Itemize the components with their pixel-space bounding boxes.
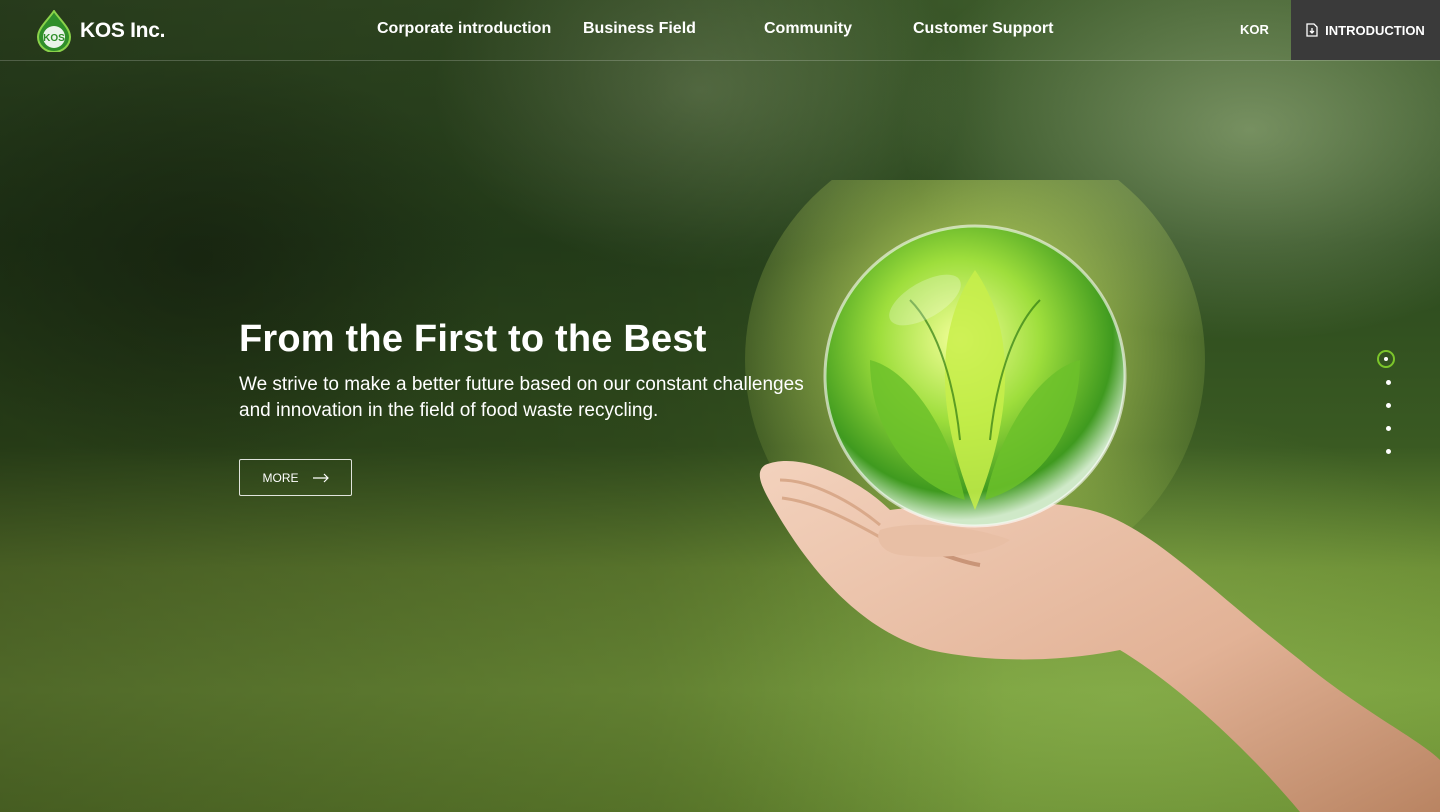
document-download-icon	[1306, 23, 1318, 37]
introduction-button[interactable]: INTRODUCTION	[1291, 0, 1440, 60]
language-switch[interactable]: KOR	[1240, 22, 1269, 37]
hero-title: From the First to the Best	[239, 318, 707, 360]
nav-item-corporate-introduction[interactable]: Corporate introduction	[377, 20, 551, 38]
hero-subtitle-line-2: and innovation in the field of food wast…	[239, 400, 659, 421]
site-header: KOS KOS Inc. Corporate introduction Busi…	[0, 0, 1440, 61]
nav-item-community[interactable]: Community	[764, 20, 852, 38]
slider-dot-4[interactable]	[1386, 426, 1391, 431]
hero-subtitle: We strive to make a better future based …	[239, 372, 839, 424]
hand-globe-illustration	[745, 180, 1440, 812]
logo[interactable]: KOS KOS Inc.	[36, 10, 165, 52]
slider-dot-3[interactable]	[1386, 403, 1391, 408]
introduction-label: INTRODUCTION	[1325, 22, 1425, 38]
slider-dot-5[interactable]	[1386, 449, 1391, 454]
more-label: MORE	[262, 470, 299, 485]
slider-dot-2[interactable]	[1386, 380, 1391, 385]
slider-dot-1[interactable]	[1377, 350, 1395, 368]
hero-subtitle-line-1: We strive to make a better future based …	[239, 374, 804, 395]
more-button[interactable]: MORE	[239, 459, 352, 496]
logo-text: KOS Inc.	[80, 19, 166, 42]
arrow-right-icon	[312, 473, 329, 482]
nav-item-business-field[interactable]: Business Field	[583, 20, 696, 38]
kos-logo-icon: KOS	[36, 10, 72, 52]
logo-mark-text: KOS	[43, 33, 65, 44]
nav-item-customer-support[interactable]: Customer Support	[913, 20, 1053, 38]
